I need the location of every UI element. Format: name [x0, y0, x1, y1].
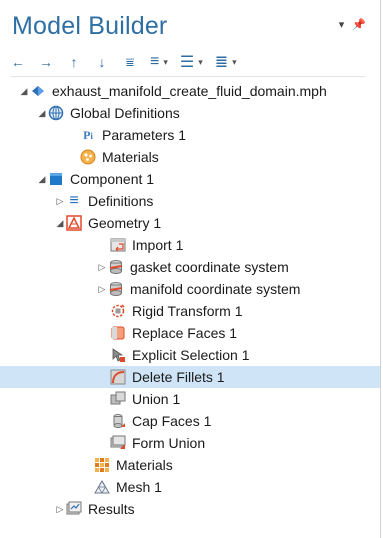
mesh-icon — [94, 479, 110, 495]
results-icon — [66, 501, 82, 517]
work-plane-icon — [108, 259, 124, 275]
globe-icon — [48, 105, 64, 121]
tree-item-root[interactable]: ◢ exhaust_manifold_create_fluid_domain.m… — [0, 80, 380, 102]
tree-item-label: exhaust_manifold_create_fluid_domain.mph — [52, 83, 327, 99]
tree-item-label: Materials — [102, 149, 159, 165]
tree-item-label: Global Definitions — [70, 105, 180, 121]
parameters-icon: Pi — [83, 127, 93, 142]
tree-item-label: gasket coordinate system — [130, 259, 289, 275]
tree-item-manifold-coordinate-system[interactable]: ▷ manifold coordinate system — [0, 278, 380, 300]
expand-toggle[interactable]: ◢ — [18, 85, 30, 97]
expand-glyph: ☰ — [179, 54, 195, 71]
expand-toggle[interactable]: ◢ — [36, 173, 48, 185]
union-icon — [110, 391, 126, 407]
tree-item-global-materials[interactable]: Materials — [0, 146, 380, 168]
filter-icon[interactable]: ⩸ — [122, 54, 138, 70]
collapsed-toggle[interactable]: ▷ — [54, 503, 66, 515]
panel-title: Model Builder — [12, 12, 168, 40]
form-union-icon — [110, 435, 126, 451]
arrow-up-icon[interactable]: ↑ — [66, 54, 82, 70]
tree-item-global-definitions[interactable]: ◢ Global Definitions — [0, 102, 380, 124]
tree-item-results[interactable]: ▷ Results — [0, 498, 380, 520]
tree-item-geometry[interactable]: ◢ Geometry 1 — [0, 212, 380, 234]
tree-item-label: Union 1 — [132, 391, 181, 407]
tree-item-label: Import 1 — [132, 237, 184, 253]
tree-item-label: Component 1 — [70, 171, 155, 187]
tree-item-import[interactable]: Import 1 — [0, 234, 380, 256]
model-builder-panel: Model Builder ▾ 📌 ← → ↑ ↓ ⩸ ≡ ▾ ☰ ▾ ≣ ▾ … — [0, 0, 381, 538]
tree-item-form-union[interactable]: Form Union — [0, 432, 380, 454]
tree-item-label: Rigid Transform 1 — [132, 303, 243, 319]
arrow-right-icon[interactable]: → — [38, 54, 54, 70]
tree-item-label: Parameters 1 — [102, 127, 187, 143]
toolbar-divider — [10, 76, 366, 77]
tree-item-label: Replace Faces 1 — [132, 325, 238, 341]
rigid-transform-icon — [110, 303, 126, 319]
tree-item-mesh[interactable]: Mesh 1 — [0, 476, 380, 498]
import-icon — [110, 237, 126, 253]
collapsed-toggle[interactable]: ▷ — [54, 195, 66, 207]
tree-item-delete-fillets[interactable]: Delete Fillets 1 — [0, 366, 380, 388]
tree-item-label: Results — [88, 501, 135, 517]
panel-menu-icon[interactable]: ▾ — [339, 18, 345, 31]
tree-item-cap-faces[interactable]: Cap Faces 1 — [0, 410, 380, 432]
tree-item-replace-faces[interactable]: Replace Faces 1 — [0, 322, 380, 344]
tree-item-label: Mesh 1 — [116, 479, 162, 495]
sort-icon[interactable]: ≡ ▾ — [150, 53, 168, 71]
materials-icon — [80, 149, 96, 165]
expand-toggle[interactable]: ◢ — [36, 107, 48, 119]
replace-faces-icon — [110, 325, 126, 341]
tree-item-rigid-transform[interactable]: Rigid Transform 1 — [0, 300, 380, 322]
chevron-down-icon: ▾ — [163, 56, 168, 67]
arrow-down-icon[interactable]: ↓ — [94, 54, 110, 70]
cap-faces-icon — [110, 413, 126, 429]
collapsed-toggle[interactable]: ▷ — [96, 261, 108, 273]
tree-item-label: Geometry 1 — [88, 215, 162, 231]
geometry-icon — [66, 215, 82, 231]
tree-item-component-materials[interactable]: Materials — [0, 454, 380, 476]
view-glyph: ≣ — [214, 54, 229, 71]
tree-item-label: Cap Faces 1 — [132, 413, 212, 429]
tree-item-explicit-selection[interactable]: Explicit Selection 1 — [0, 344, 380, 366]
view-menu-icon[interactable]: ≣ ▾ — [215, 52, 237, 72]
work-plane-icon — [108, 281, 124, 297]
pin-icon[interactable]: 📌 — [352, 18, 366, 31]
expand-icon[interactable]: ☰ ▾ — [180, 52, 203, 72]
tree-item-parameters[interactable]: Pi Parameters 1 — [0, 124, 380, 146]
chevron-down-icon: ▾ — [232, 56, 237, 67]
tree-item-label: manifold coordinate system — [130, 281, 301, 297]
expand-toggle[interactable]: ◢ — [54, 217, 66, 229]
definitions-icon: ≡ — [69, 192, 79, 209]
collapsed-toggle[interactable]: ▷ — [96, 283, 108, 295]
model-icon — [30, 83, 46, 99]
tree-item-label: Delete Fillets 1 — [132, 369, 225, 385]
tree-item-component[interactable]: ◢ Component 1 — [0, 168, 380, 190]
tree-item-label: Explicit Selection 1 — [132, 347, 250, 363]
tree-item-label: Form Union — [132, 435, 206, 451]
tree-item-label: Materials — [116, 457, 173, 473]
materials-grid-icon — [94, 457, 110, 473]
panel-controls: ▾ 📌 — [339, 18, 366, 31]
arrow-left-icon[interactable]: ← — [10, 54, 26, 70]
explicit-selection-icon — [110, 347, 126, 363]
tree-item-gasket-coordinate-system[interactable]: ▷ gasket coordinate system — [0, 256, 380, 278]
chevron-down-icon: ▾ — [198, 56, 203, 67]
sort-glyph: ≡ — [150, 53, 160, 70]
component-icon — [48, 171, 64, 187]
tree-item-definitions[interactable]: ▷ ≡ Definitions — [0, 190, 380, 212]
delete-fillets-icon — [110, 369, 126, 385]
tree-item-label: Definitions — [88, 193, 154, 209]
tree-item-union[interactable]: Union 1 — [0, 388, 380, 410]
model-builder-toolbar: ← → ↑ ↓ ⩸ ≡ ▾ ☰ ▾ ≣ ▾ — [10, 52, 237, 72]
